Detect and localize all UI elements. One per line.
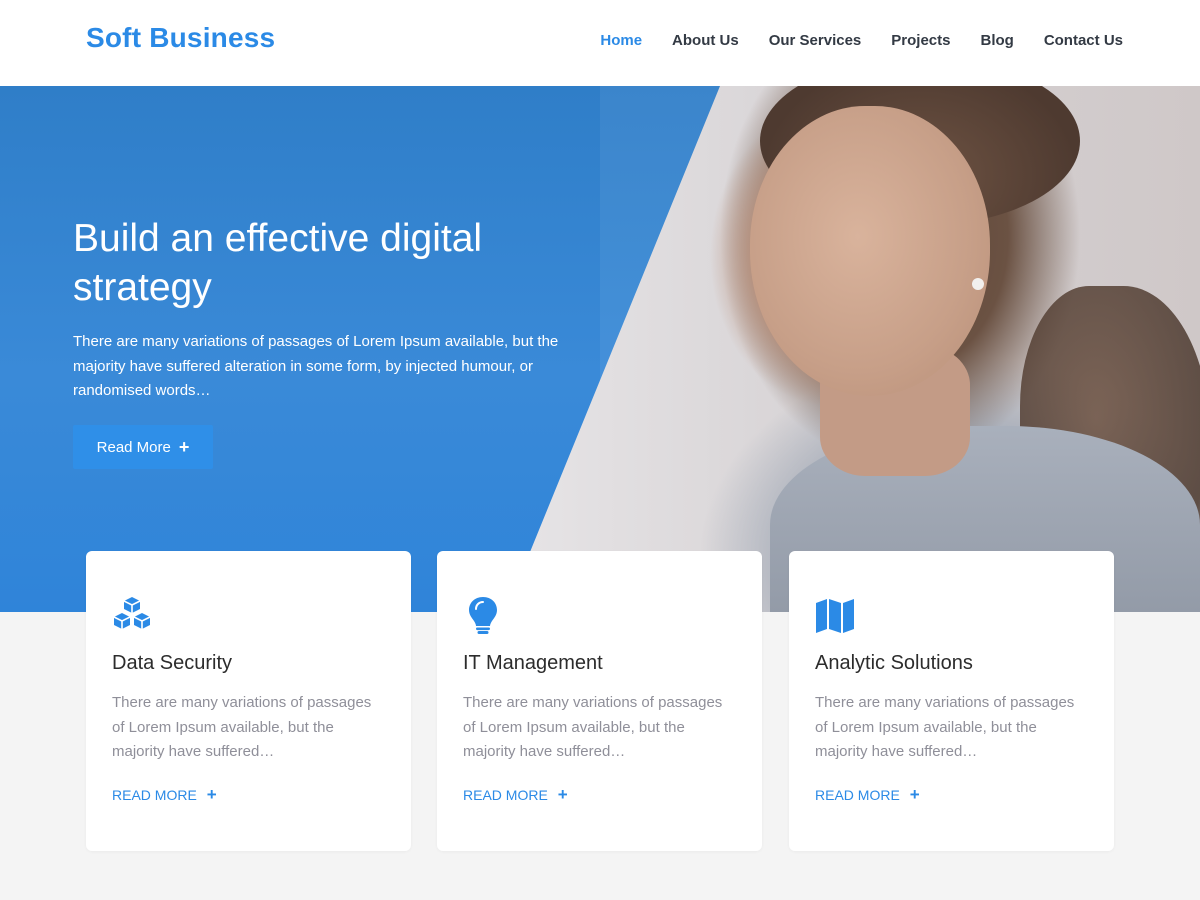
service-card-data-security: Data Security There are many variations …: [86, 551, 411, 851]
hero-banner: Build an effective digital strategy Ther…: [0, 86, 1200, 612]
card-read-more-label: READ MORE: [112, 786, 197, 803]
photo-earring: [972, 278, 984, 290]
hero-title: Build an effective digital strategy: [73, 217, 483, 309]
card-title: Data Security: [112, 652, 233, 674]
card-text: There are many variations of passages of…: [112, 694, 372, 760]
nav-about-us[interactable]: About Us: [672, 32, 739, 49]
nav-home[interactable]: Home: [600, 32, 642, 49]
card-read-more-link[interactable]: READ MORE +: [815, 786, 920, 803]
card-title: IT Management: [463, 652, 603, 674]
map-icon: [816, 599, 854, 633]
service-card-it-management: IT Management There are many variations …: [437, 551, 762, 851]
plus-icon: +: [178, 437, 190, 457]
nav-projects[interactable]: Projects: [891, 32, 950, 49]
cubes-icon: [113, 597, 151, 629]
card-read-more-label: READ MORE: [463, 786, 548, 803]
site-logo[interactable]: Soft Business: [86, 22, 275, 54]
nav-our-services[interactable]: Our Services: [769, 32, 862, 49]
service-card-analytic-solutions: Analytic Solutions There are many variat…: [789, 551, 1114, 851]
nav-contact-us[interactable]: Contact Us: [1044, 32, 1123, 49]
hero-read-more-label: Read More: [96, 438, 171, 456]
card-text: There are many variations of passages of…: [463, 694, 723, 760]
site-header: Soft Business Home About Us Our Services…: [0, 0, 1200, 86]
lightbulb-icon: [469, 597, 497, 634]
plus-icon: +: [909, 785, 920, 804]
plus-icon: +: [557, 785, 568, 804]
hero-description: There are many variations of passages of…: [73, 333, 559, 399]
card-title: Analytic Solutions: [815, 652, 973, 674]
main-nav: Home About Us Our Services Projects Blog…: [600, 32, 1123, 49]
card-read-more-link[interactable]: READ MORE +: [112, 786, 217, 803]
card-text: There are many variations of passages of…: [815, 694, 1075, 760]
card-read-more-label: READ MORE: [815, 786, 900, 803]
nav-blog[interactable]: Blog: [980, 32, 1013, 49]
photo-face: [750, 106, 990, 396]
hero-read-more-button[interactable]: Read More +: [73, 425, 213, 469]
plus-icon: +: [206, 785, 217, 804]
card-read-more-link[interactable]: READ MORE +: [463, 786, 568, 803]
